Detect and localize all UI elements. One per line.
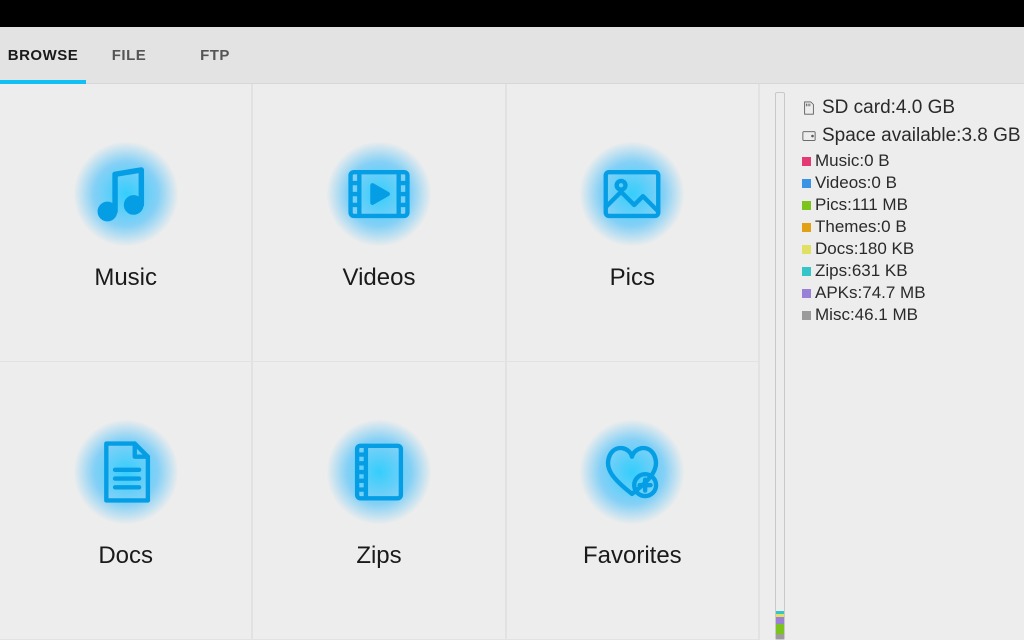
status-bar [0, 0, 1024, 27]
category-label: Zips [356, 542, 401, 570]
storage-bar-zone [760, 84, 800, 640]
stat-text: APKs:74.7 MB [815, 282, 926, 304]
category-label: Pics [610, 264, 655, 292]
stat-themes: Themes:0 B [802, 216, 1024, 238]
tab-file[interactable]: FILE [86, 27, 172, 83]
category-label: Music [94, 264, 157, 292]
category-label: Videos [343, 264, 416, 292]
storage-panel: SD card:4.0 GB Space available:3.8 GB Mu… [760, 84, 1024, 640]
sd-card-icon [802, 101, 816, 115]
videos-icon [319, 134, 439, 254]
category-label: Docs [98, 542, 153, 570]
swatch [802, 157, 811, 166]
stat-text: Pics:111 MB [815, 194, 908, 216]
stat-music: Music:0 B [802, 150, 1024, 172]
tab-label: FTP [200, 47, 230, 64]
space-available-label: Space available:3.8 GB [822, 122, 1021, 150]
sd-card-row: SD card:4.0 GB [802, 94, 1024, 122]
content: Music Videos [0, 84, 1024, 640]
stat-apks: APKs:74.7 MB [802, 282, 1024, 304]
tab-ftp[interactable]: FTP [172, 27, 258, 83]
storage-seg-apks [776, 617, 784, 624]
drive-icon [802, 129, 816, 143]
docs-icon [66, 412, 186, 532]
stat-text: Misc:46.1 MB [815, 304, 918, 326]
storage-seg-misc [776, 634, 784, 639]
stat-docs: Docs:180 KB [802, 238, 1024, 260]
category-docs[interactable]: Docs [0, 362, 253, 640]
storage-bar [775, 92, 785, 640]
pics-icon [572, 134, 692, 254]
category-grid: Music Videos [0, 84, 760, 640]
tab-bar: BROWSE FILE FTP [0, 27, 1024, 84]
stat-text: Music:0 B [815, 150, 890, 172]
storage-seg-pics [776, 624, 784, 634]
category-music[interactable]: Music [0, 84, 253, 362]
swatch [802, 223, 811, 232]
stat-pics: Pics:111 MB [802, 194, 1024, 216]
stat-text: Themes:0 B [815, 216, 907, 238]
swatch [802, 267, 811, 276]
space-available-row: Space available:3.8 GB [802, 122, 1024, 150]
tab-browse[interactable]: BROWSE [0, 27, 86, 83]
category-videos[interactable]: Videos [253, 84, 506, 362]
stat-text: Docs:180 KB [815, 238, 914, 260]
category-pics[interactable]: Pics [507, 84, 760, 362]
stat-text: Videos:0 B [815, 172, 897, 194]
swatch [802, 311, 811, 320]
swatch [802, 201, 811, 210]
category-zips[interactable]: Zips [253, 362, 506, 640]
stat-text: Zips:631 KB [815, 260, 908, 282]
tab-label: FILE [112, 47, 147, 64]
stat-videos: Videos:0 B [802, 172, 1024, 194]
swatch [802, 289, 811, 298]
category-favorites[interactable]: Favorites [507, 362, 760, 640]
music-icon [66, 134, 186, 254]
storage-info: SD card:4.0 GB Space available:3.8 GB Mu… [800, 84, 1024, 640]
favorites-icon [572, 412, 692, 532]
zips-icon [319, 412, 439, 532]
stat-zips: Zips:631 KB [802, 260, 1024, 282]
sd-card-label: SD card:4.0 GB [822, 94, 955, 122]
category-label: Favorites [583, 542, 682, 570]
swatch [802, 179, 811, 188]
stat-misc: Misc:46.1 MB [802, 304, 1024, 326]
tab-label: BROWSE [8, 47, 79, 64]
swatch [802, 245, 811, 254]
